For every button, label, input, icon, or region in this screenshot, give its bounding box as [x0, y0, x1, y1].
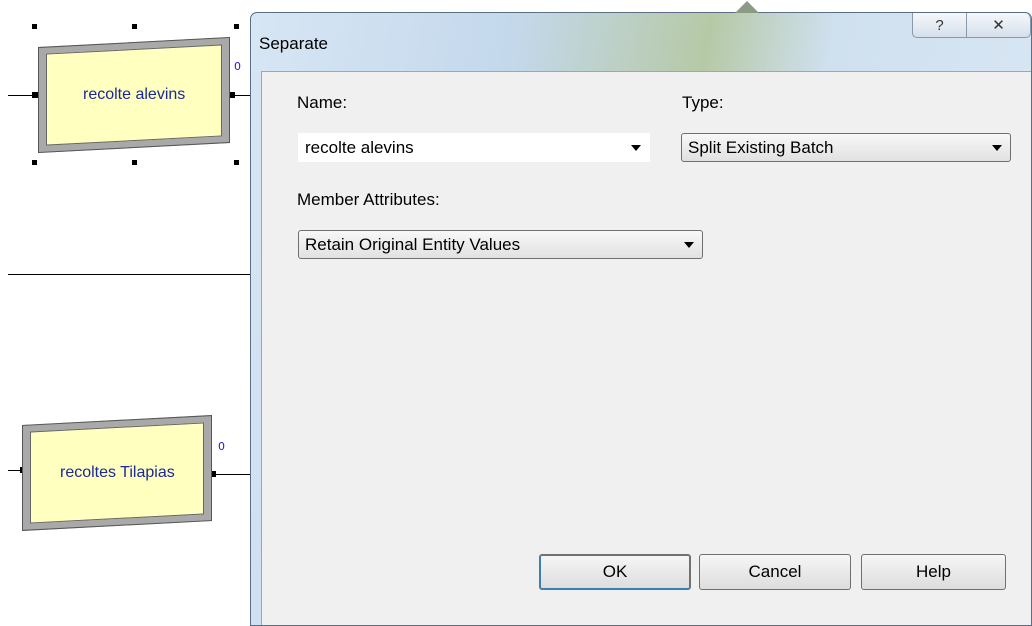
module-label: recoltes Tilapias [59, 464, 175, 481]
dialog-client-area: Name: recolte alevins Type: Split Existi… [261, 71, 1031, 625]
selection-handle[interactable] [32, 160, 37, 165]
selection-handle[interactable] [132, 24, 137, 29]
separate-module-recolte-alevins[interactable]: recolte alevins [38, 36, 230, 154]
connector-line[interactable] [212, 474, 250, 475]
member-attributes-dropdown[interactable]: Retain Original Entity Values [298, 230, 703, 259]
type-value: Split Existing Batch [688, 137, 834, 157]
help-caption-button[interactable]: ? [912, 13, 967, 38]
module-body: recoltes Tilapias [30, 422, 204, 524]
caption-buttons: ? ✕ [912, 13, 1031, 38]
dialog-title: Separate [259, 34, 328, 53]
chevron-down-icon[interactable] [676, 241, 702, 248]
help-button[interactable]: Help [861, 554, 1006, 590]
name-value: recolte alevins [305, 137, 414, 157]
module-label: recolte alevins [82, 86, 186, 103]
module-body: recolte alevins [46, 44, 222, 146]
connector-line[interactable] [8, 274, 250, 275]
type-dropdown[interactable]: Split Existing Batch [681, 133, 1011, 162]
close-icon: ✕ [992, 17, 1005, 34]
background-roof-shape [735, 1, 759, 13]
chevron-down-icon[interactable] [984, 144, 1010, 151]
dialog-titlebar[interactable]: Separate ? ✕ [251, 1, 1031, 71]
selection-handle[interactable] [132, 160, 137, 165]
name-label: Name: [297, 93, 348, 112]
separate-dialog: Separate ? ✕ Name: recolte alevins Type:… [250, 1, 1032, 626]
close-button[interactable]: ✕ [967, 13, 1031, 38]
name-combobox[interactable]: recolte alevins [298, 133, 650, 162]
selection-handle[interactable] [234, 24, 239, 29]
member-attributes-value: Retain Original Entity Values [305, 234, 521, 254]
question-mark-icon: ? [935, 16, 944, 34]
separate-module-recoltes-tilapias[interactable]: recoltes Tilapias [22, 415, 212, 531]
type-label: Type: [682, 93, 724, 112]
module-counter: 0 [218, 440, 225, 453]
module-counter: 0 [234, 60, 241, 73]
member-attributes-label: Member Attributes: [297, 190, 440, 209]
ok-button[interactable]: OK [539, 554, 691, 590]
cancel-button[interactable]: Cancel [699, 554, 851, 590]
chevron-down-icon[interactable] [623, 144, 649, 151]
selection-handle[interactable] [234, 160, 239, 165]
selection-handle[interactable] [32, 24, 37, 29]
